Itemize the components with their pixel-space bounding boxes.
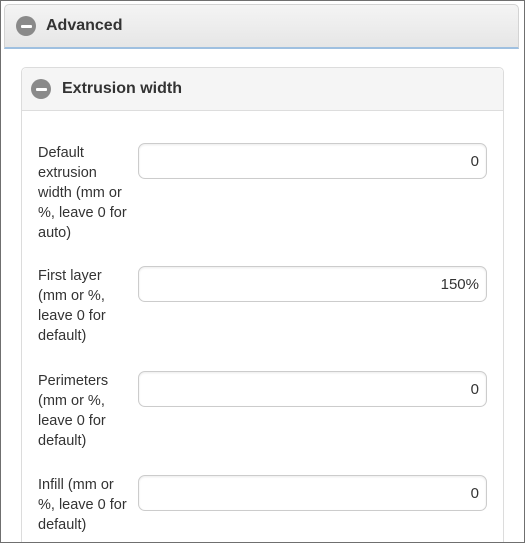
advanced-section-title: Advanced [46,17,123,34]
extrusion-width-title: Extrusion width [62,80,182,97]
extrusion-width-panel: Extrusion width Default extrusion width … [21,67,504,542]
default-extrusion-width-label: Default extrusion width (mm or %, leave … [38,145,127,241]
first-layer-width-label: First layer (mm or %, leave 0 for defaul… [38,268,106,344]
settings-window: Advanced Extrusion width Default extrusi… [0,0,525,543]
extrusion-width-panel-header[interactable]: Extrusion width [22,68,503,111]
default-extrusion-width-input[interactable] [138,143,487,179]
first-layer-width-input[interactable] [138,266,487,302]
perimeters-width-label: Perimeters (mm or %, leave 0 for default… [38,373,109,449]
infill-width-label: Infill (mm or %, leave 0 for default) [38,477,127,533]
collapse-icon[interactable] [31,79,51,99]
collapse-icon[interactable] [16,16,36,36]
perimeters-width-input[interactable] [138,371,487,407]
advanced-section-header[interactable]: Advanced [4,4,519,49]
infill-width-input[interactable] [138,475,487,511]
